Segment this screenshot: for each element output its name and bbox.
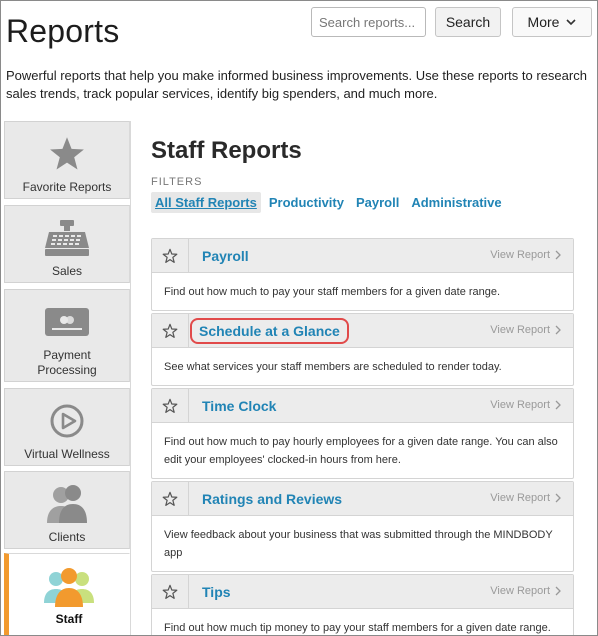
sidebar-item-label: Sales (51, 264, 83, 278)
view-report-link[interactable]: View Report (490, 585, 561, 597)
report-description: View feedback about your business that w… (164, 529, 553, 559)
report-card-header: Time Clock View Report (152, 388, 573, 423)
star-icon (48, 132, 86, 176)
sidebar-item-sales[interactable]: Sales (4, 205, 130, 283)
favorite-star-icon[interactable] (152, 313, 189, 348)
reports-window: Reports Search More Powerful reports tha… (0, 0, 598, 636)
report-list-panel: Staff Reports FILTERS All Staff Reports … (130, 121, 597, 635)
sidebar-item-favorite-reports[interactable]: Favorite Reports (4, 121, 130, 199)
favorite-star-icon[interactable] (152, 388, 189, 423)
report-card-header: Ratings and Reviews View Report (152, 481, 573, 516)
view-report-label: View Report (490, 585, 550, 597)
report-card-ratings-and-reviews: Ratings and Reviews View Report View fee… (151, 481, 574, 572)
view-report-label: View Report (490, 492, 550, 504)
view-report-label: View Report (490, 249, 550, 261)
report-card-header: Payroll View Report (152, 238, 573, 273)
filter-payroll[interactable]: Payroll (352, 192, 403, 213)
search-button[interactable]: Search (435, 7, 501, 37)
view-report-label: View Report (490, 399, 550, 411)
sidebar-item-virtual-wellness[interactable]: Virtual Wellness (4, 388, 130, 466)
report-title-link[interactable]: Payroll (202, 248, 249, 264)
view-report-link[interactable]: View Report (490, 399, 561, 411)
staff-icon (42, 564, 96, 608)
section-title: Staff Reports (151, 137, 302, 164)
view-report-link[interactable]: View Report (490, 249, 561, 261)
report-card-tips: Tips View Report Find out how much tip m… (151, 574, 574, 635)
sidebar-item-label: Favorite Reports (22, 180, 112, 194)
view-report-label: View Report (490, 324, 550, 336)
report-card-schedule-at-a-glance: Schedule at a Glance View Report See wha… (151, 313, 574, 386)
filter-administrative[interactable]: Administrative (407, 192, 505, 213)
view-report-link[interactable]: View Report (490, 324, 561, 336)
page-title: Reports (6, 13, 120, 49)
sidebar-item-label: Payment Processing (37, 348, 97, 377)
report-title-link[interactable]: Ratings and Reviews (202, 491, 342, 507)
report-card-header: Schedule at a Glance View Report (152, 313, 573, 348)
filters-label: FILTERS (151, 176, 203, 188)
filter-tabs: All Staff Reports Productivity Payroll A… (151, 192, 506, 213)
chevron-right-icon (555, 325, 561, 335)
more-button[interactable]: More (512, 7, 592, 37)
report-title-link[interactable]: Time Clock (202, 398, 276, 414)
chevron-down-icon (566, 18, 577, 25)
sidebar-item-label: Virtual Wellness (24, 447, 110, 461)
favorite-star-icon[interactable] (152, 574, 189, 609)
report-card-header: Tips View Report (152, 574, 573, 609)
chevron-right-icon (555, 493, 561, 503)
report-description: Find out how much tip money to pay your … (164, 622, 551, 634)
sidebar-item-payment-processing[interactable]: Payment Processing (4, 289, 130, 382)
report-description: See what services your staff members are… (164, 361, 502, 373)
filter-productivity[interactable]: Productivity (265, 192, 348, 213)
play-circle-icon (49, 399, 85, 443)
view-report-link[interactable]: View Report (490, 492, 561, 504)
report-title-link[interactable]: Tips (202, 584, 231, 600)
sidebar-item-staff[interactable]: Staff (4, 553, 130, 635)
more-label: More (527, 14, 560, 30)
report-description: Find out how much to pay your staff memb… (164, 286, 501, 298)
filter-all-staff-reports[interactable]: All Staff Reports (151, 192, 261, 213)
sidebar-item-label: Staff (55, 612, 83, 626)
chevron-right-icon (555, 586, 561, 596)
chevron-right-icon (555, 250, 561, 260)
cash-register-icon (43, 216, 91, 260)
intro-text: Powerful reports that help you make info… (6, 68, 587, 101)
sidebar-item-label: Clients (48, 530, 86, 544)
credit-card-icon (44, 300, 90, 344)
report-card-time-clock: Time Clock View Report Find out how much… (151, 388, 574, 479)
report-description: Find out how much to pay hourly employee… (164, 436, 558, 466)
report-category-sidebar: Favorite Reports Sales Payment Processin… (4, 121, 130, 635)
report-title-link[interactable]: Schedule at a Glance (190, 317, 349, 344)
report-card-payroll: Payroll View Report Find out how much to… (151, 238, 574, 311)
favorite-star-icon[interactable] (152, 481, 189, 516)
favorite-star-icon[interactable] (152, 238, 189, 273)
clients-icon (44, 482, 90, 526)
search-input[interactable] (311, 7, 426, 37)
sidebar-item-clients[interactable]: Clients (4, 471, 130, 549)
chevron-right-icon (555, 400, 561, 410)
